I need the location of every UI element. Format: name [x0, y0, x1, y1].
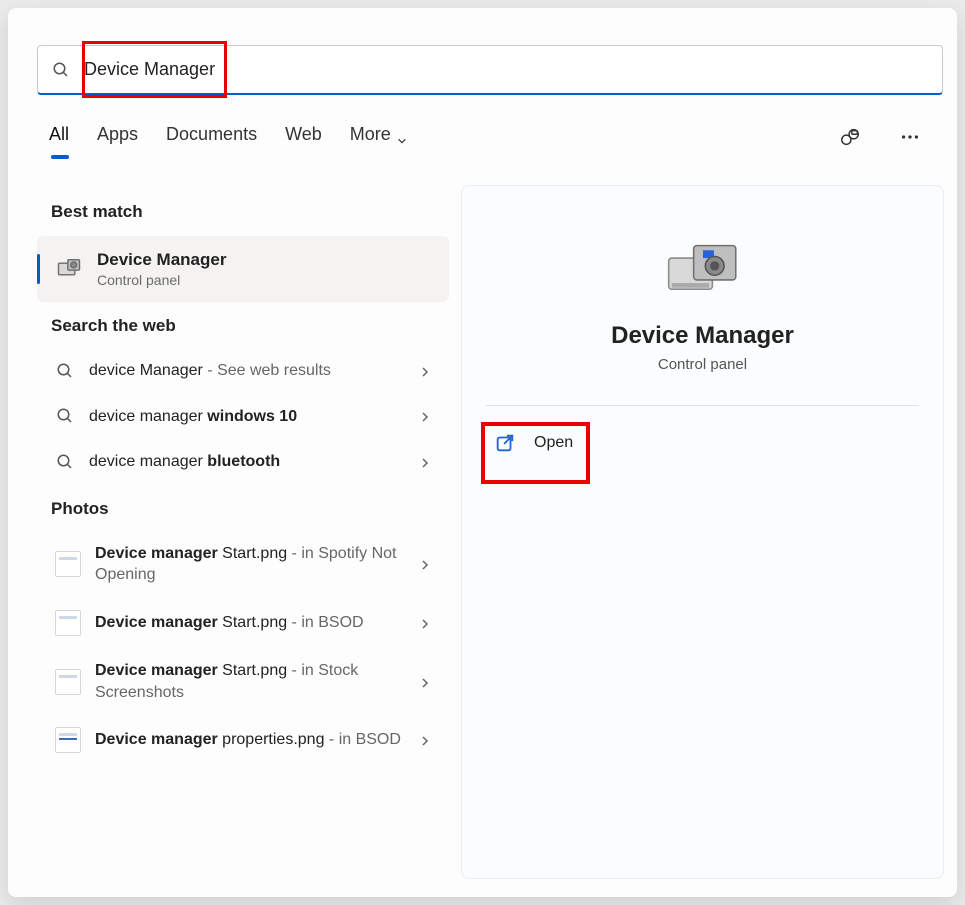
tab-web[interactable]: Web	[285, 124, 322, 151]
photo-result-2[interactable]: Device manager Start.png - in Stock Scre…	[37, 648, 449, 715]
tab-more[interactable]: More	[350, 124, 407, 151]
chevron-right-icon	[419, 617, 431, 629]
photo-result-text: Device manager Start.png - in BSOD	[95, 612, 405, 634]
best-match-text: Device Manager Control panel	[97, 250, 226, 288]
section-search-web: Search the web	[37, 302, 449, 348]
best-match-title: Device Manager	[97, 250, 226, 270]
open-label: Open	[534, 434, 573, 452]
section-photos: Photos	[37, 485, 449, 531]
chevron-right-icon	[419, 456, 431, 468]
tab-more-label: More	[350, 124, 391, 145]
filter-tabs: All Apps Documents Web More	[49, 124, 407, 151]
photo-result-text: Device manager Start.png - in Stock Scre…	[95, 660, 405, 703]
preview-pane: Device Manager Control panel Open	[461, 185, 944, 879]
search-bar[interactable]	[37, 45, 943, 95]
image-thumb-icon	[55, 551, 81, 577]
section-best-match: Best match	[37, 188, 449, 234]
more-options-icon[interactable]	[897, 124, 923, 150]
search-icon	[55, 406, 75, 426]
tab-apps[interactable]: Apps	[97, 124, 138, 151]
photo-result-0[interactable]: Device manager Start.png - in Spotify No…	[37, 531, 449, 598]
divider	[486, 405, 919, 406]
open-external-icon	[494, 432, 516, 454]
search-icon	[52, 61, 70, 79]
web-result-text: device Manager - See web results	[89, 360, 405, 382]
preview-subtitle: Control panel	[462, 356, 943, 373]
search-icon	[55, 361, 75, 381]
search-window: All Apps Documents Web More Best match D…	[8, 8, 957, 897]
search-with-screenshot-icon[interactable]	[837, 124, 863, 150]
image-thumb-icon	[55, 727, 81, 753]
web-result-1[interactable]: device manager windows 10	[37, 394, 449, 440]
web-result-text: device manager bluetooth	[89, 451, 405, 473]
search-input[interactable]	[84, 59, 928, 80]
photo-result-text: Device manager properties.png - in BSOD	[95, 729, 405, 751]
device-manager-icon	[55, 255, 83, 283]
web-result-0[interactable]: device Manager - See web results	[37, 348, 449, 394]
search-icon	[55, 452, 75, 472]
chevron-right-icon	[419, 558, 431, 570]
chevron-right-icon	[419, 410, 431, 422]
photo-result-3[interactable]: Device manager properties.png - in BSOD	[37, 715, 449, 765]
open-action[interactable]: Open	[486, 426, 919, 460]
image-thumb-icon	[55, 669, 81, 695]
results-column: Best match Device Manager Control panel …	[37, 188, 449, 765]
tab-all[interactable]: All	[49, 124, 69, 151]
chevron-right-icon	[419, 734, 431, 746]
chevron-right-icon	[419, 676, 431, 688]
web-result-2[interactable]: device manager bluetooth	[37, 439, 449, 485]
chevron-down-icon	[397, 130, 407, 140]
web-result-text: device manager windows 10	[89, 406, 405, 428]
chevron-right-icon	[419, 365, 431, 377]
image-thumb-icon	[55, 610, 81, 636]
top-actions	[837, 124, 923, 150]
best-match-subtitle: Control panel	[97, 272, 226, 288]
tab-documents[interactable]: Documents	[166, 124, 257, 151]
best-match-item[interactable]: Device Manager Control panel	[37, 236, 449, 302]
device-manager-large-icon	[664, 234, 742, 304]
photo-result-text: Device manager Start.png - in Spotify No…	[95, 543, 405, 586]
photo-result-1[interactable]: Device manager Start.png - in BSOD	[37, 598, 449, 648]
preview-title: Device Manager	[462, 322, 943, 350]
